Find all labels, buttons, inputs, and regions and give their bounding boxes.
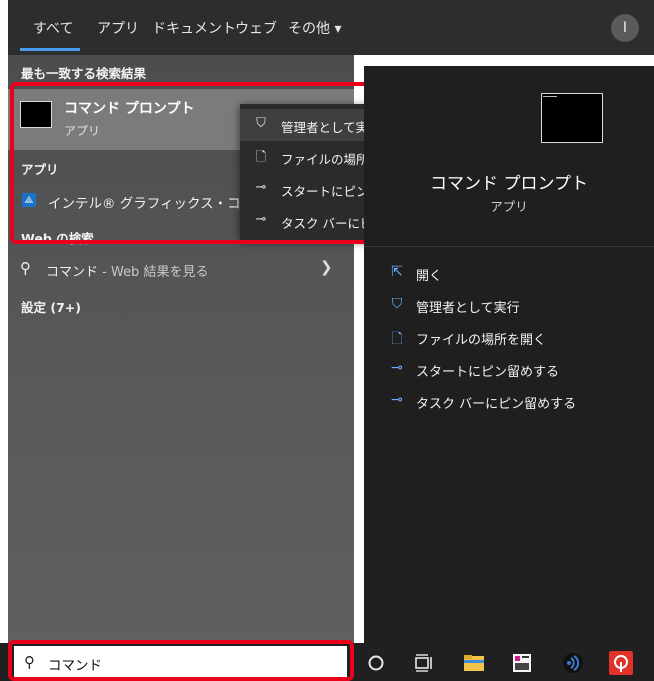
tab-more[interactable]: その他 ▾ [288,18,341,38]
best-match-heading: 最も一致する検索結果 [21,66,147,81]
task-view-icon[interactable] [412,650,436,676]
command-prompt-large-icon [541,93,603,143]
file-explorer-icon[interactable] [462,650,486,676]
search-icon: ⚲ [20,259,31,277]
tab-documents[interactable]: ドキュメント [152,18,236,38]
preview-divider [364,246,654,247]
web-query: コマンド [46,265,99,280]
file-icon: 🗋 [391,331,403,347]
action-label: スタートにピン留めする [416,365,560,380]
pin-icon: ⊸ [391,360,403,376]
action-label: タスク バーにピン留めする [416,397,577,412]
settings-heading[interactable]: 設定 (7+) [21,297,81,316]
preview-title: コマンド プロンプト [430,174,588,194]
prompt-cursor-line [543,96,557,97]
action-label: 管理者として実行 [416,301,520,316]
chevron-down-icon: ▾ [334,21,342,37]
account-avatar[interactable]: I [611,14,639,42]
search-tab-bar: すべて アプリ ドキュメント ウェブ その他 ▾ [8,0,654,55]
web-search-item[interactable]: コマンド - Web 結果を見る [46,261,208,280]
annotation-highlight-search [8,640,354,681]
media-app-icon[interactable] [510,650,534,676]
action-label: 開く [416,269,443,284]
web-suffix: - Web 結果を見る [98,265,209,280]
tab-all[interactable]: すべて [33,18,73,38]
pdf-app-icon[interactable] [609,650,633,676]
preview-subtitle: アプリ [490,199,528,214]
tab-apps[interactable]: アプリ [97,18,139,38]
active-tab-indicator [20,48,80,51]
audio-app-icon[interactable] [561,650,585,676]
open-icon: ⇱ [391,264,403,280]
tab-more-label: その他 [288,21,330,37]
desktop-background [0,0,8,681]
tab-web[interactable]: ウェブ [235,18,277,38]
cortana-icon[interactable] [364,650,388,676]
preview-panel [364,66,654,643]
chevron-right-icon[interactable]: ❯ [320,258,333,276]
pin-icon: ⊸ [391,392,403,408]
action-label: ファイルの場所を開く [416,333,547,348]
shield-icon: ⛉ [391,296,403,312]
